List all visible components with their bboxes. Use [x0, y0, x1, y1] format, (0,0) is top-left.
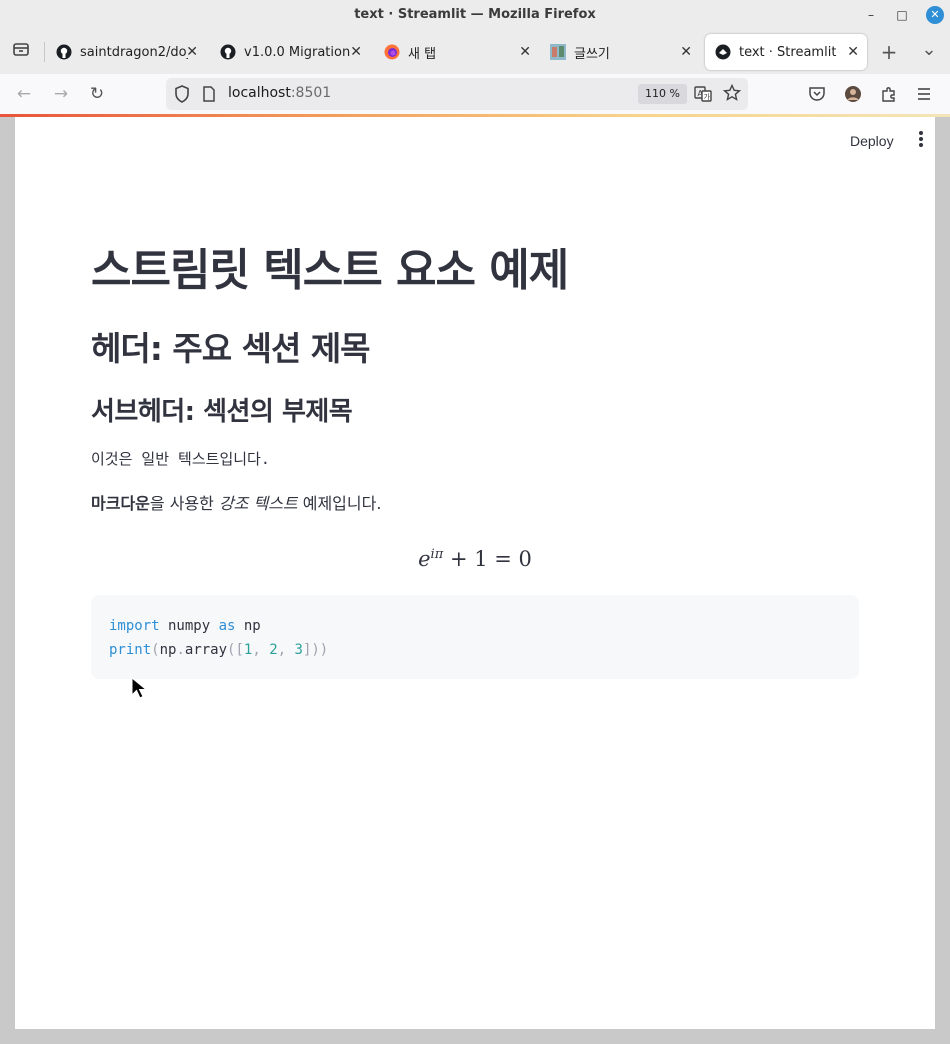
page-title: 스트림릿 텍스트 요소 예제 — [91, 245, 569, 296]
forward-button[interactable]: → — [49, 82, 73, 106]
tab-label: 글쓰기 — [574, 46, 610, 62]
pocket-icon[interactable] — [808, 85, 826, 107]
markdown-bold: 마크다운 — [91, 494, 150, 513]
code-text: import numpy as np print(np.array([1, 2,… — [109, 618, 329, 658]
markdown-part2: 예제입니다. — [297, 494, 382, 513]
tab-label: text · Streamlit — [739, 44, 837, 60]
tab-label: 새 탭 — [408, 46, 437, 62]
markdown-part1: 을 사용한 — [149, 494, 219, 513]
tab-close-icon[interactable]: ✕ — [350, 44, 362, 60]
firefox-icon — [384, 44, 400, 60]
zoom-level-badge[interactable]: 110 % — [638, 84, 687, 104]
latex-formula: eiπ + 1 = 0 — [91, 547, 859, 571]
deploy-button[interactable]: Deploy — [850, 133, 894, 149]
firefox-view-icon[interactable] — [9, 40, 33, 64]
github-icon — [220, 44, 236, 60]
streamlit-icon — [715, 44, 731, 60]
tab-label: v1.0.0 Migration G — [244, 44, 352, 60]
tab-close-icon[interactable]: ✕ — [847, 44, 859, 60]
url-bar[interactable]: localhost:8501 110 % A가 — [166, 78, 748, 110]
extensions-icon[interactable] — [880, 85, 898, 107]
account-avatar-icon[interactable] — [844, 85, 862, 107]
subheader: 서브헤더: 섹션의 부제목 — [91, 397, 353, 427]
back-button[interactable]: ← — [12, 82, 36, 106]
minimize-button[interactable]: – — [862, 6, 880, 24]
shield-icon[interactable] — [174, 85, 190, 107]
menu-hamburger-icon[interactable] — [916, 86, 932, 105]
bookmark-star-icon[interactable] — [722, 83, 742, 106]
image-favicon-icon — [550, 44, 566, 60]
tab-close-icon[interactable]: ✕ — [186, 44, 198, 60]
tab-close-icon[interactable]: ✕ — [519, 44, 531, 60]
latex-rest: + 1 = 0 — [449, 547, 532, 571]
latex-exponent: iπ — [430, 547, 444, 562]
tab-write[interactable]: 글쓰기 ✕ — [540, 34, 700, 70]
url-port: :8501 — [290, 85, 332, 101]
tab-github-migration[interactable]: v1.0.0 Migration G ✕ — [210, 34, 370, 70]
tab-close-icon[interactable]: ✕ — [680, 44, 692, 60]
browser-window: text · Streamlit — Mozilla Firefox – □ ✕… — [0, 0, 950, 1044]
maximize-button[interactable]: □ — [893, 6, 911, 24]
svg-text:가: 가 — [704, 92, 711, 101]
window-title: text · Streamlit — Mozilla Firefox — [354, 7, 596, 22]
tab-github-repo[interactable]: saintdragon2/do_ ✕ — [46, 34, 206, 70]
list-all-tabs-icon[interactable]: ⌄ — [917, 38, 941, 62]
header: 헤더: 주요 섹션 제목 — [91, 329, 371, 368]
markdown-italic: 강조 텍스트 — [218, 494, 298, 513]
close-window-button[interactable]: ✕ — [926, 6, 944, 24]
markdown-text: 마크다운을 사용한 강조 텍스트 예제입니다. — [91, 490, 381, 514]
page-icon[interactable] — [202, 86, 216, 106]
url-host: localhost — [228, 85, 291, 101]
tab-new-tab[interactable]: 새 탭 ✕ — [374, 34, 539, 70]
latex-base: e — [418, 547, 431, 571]
plain-text: 이것은 일반 텍스트입니다. — [91, 450, 270, 468]
navigation-bar: ← → ↻ localhost:8501 110 % A가 — [0, 74, 950, 115]
new-tab-button[interactable]: + — [877, 40, 901, 64]
tab-streamlit[interactable]: text · Streamlit ✕ — [705, 34, 867, 70]
code-block[interactable]: import numpy as np print(np.array([1, 2,… — [91, 595, 859, 679]
reload-button[interactable]: ↻ — [85, 82, 109, 106]
url-text[interactable]: localhost:8501 — [228, 85, 331, 101]
github-icon — [56, 44, 72, 60]
main-menu-kebab-icon[interactable] — [918, 131, 924, 149]
streamlit-page: Deploy 스트림릿 텍스트 요소 예제 헤더: 주요 섹션 제목 서브헤더:… — [15, 117, 935, 1029]
translate-icon[interactable]: A가 — [694, 85, 712, 107]
mouse-pointer-icon — [131, 676, 149, 703]
title-bar: text · Streamlit — Mozilla Firefox – □ ✕ — [0, 0, 950, 30]
tab-bar: saintdragon2/do_ ✕ v1.0.0 Migration G ✕ … — [0, 30, 950, 74]
tab-label: saintdragon2/do_ — [80, 44, 188, 60]
